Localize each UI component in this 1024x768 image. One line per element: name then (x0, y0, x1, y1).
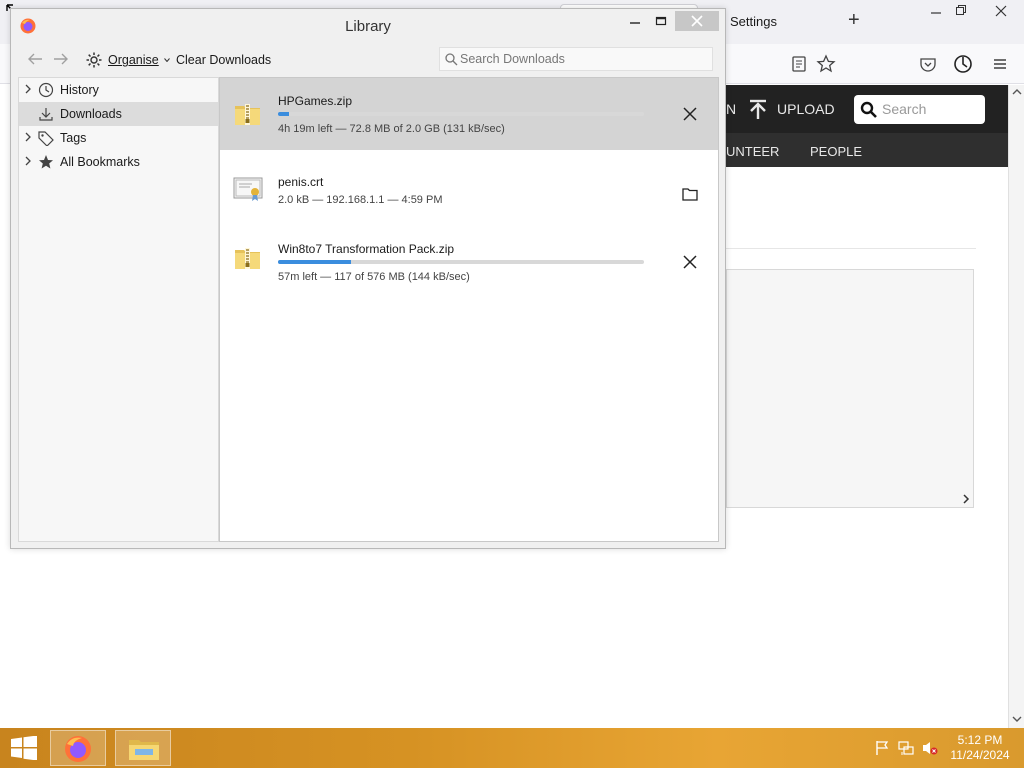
zip-folder-icon (235, 104, 260, 125)
volume-muted-icon[interactable] (922, 740, 938, 756)
download-item[interactable]: HPGames.zip 4h 19m left — 72.8 MB of 2.0… (220, 78, 718, 150)
close-icon (691, 15, 703, 27)
content-panel (726, 269, 974, 508)
download-progress-fill (278, 260, 352, 264)
cancel-icon (683, 107, 697, 121)
browser-restore-button[interactable] (946, 3, 976, 22)
library-toolbar: Organise Clear Downloads (11, 41, 725, 77)
download-item[interactable]: Win8to7 Transformation Pack.zip 57m left… (220, 222, 718, 294)
account-icon[interactable] (953, 54, 973, 74)
hamburger-menu-icon[interactable] (990, 54, 1010, 74)
taskbar: 5:12 PM 11/24/2024 (0, 728, 1024, 768)
back-arrow-icon[interactable] (26, 50, 44, 68)
reader-view-icon[interactable] (789, 54, 809, 74)
clock-date: 11/24/2024 (950, 748, 1010, 762)
sidebar-item-label: All Bookmarks (60, 155, 140, 169)
download-item[interactable]: penis.crt 2.0 kB — 192.168.1.1 — 4:59 PM (220, 150, 718, 222)
expand-twisty-icon[interactable] (19, 132, 37, 145)
search-icon (445, 53, 458, 66)
site-search-placeholder: Search (882, 101, 927, 117)
library-titlebar[interactable]: Library (11, 9, 725, 41)
site-header-partial-link[interactable]: N (726, 101, 736, 117)
taskbar-file-explorer-button[interactable] (115, 730, 171, 766)
bookmark-star-icon[interactable] (816, 54, 836, 74)
file-explorer-icon (129, 740, 159, 760)
taskbar-firefox-button[interactable] (50, 730, 106, 766)
upload-icon (750, 99, 766, 119)
download-progress-bar (278, 260, 644, 264)
download-status: 2.0 kB — 192.168.1.1 — 4:59 PM (278, 194, 443, 206)
download-status: 57m left — 117 of 576 MB (144 kB/sec) (278, 271, 470, 283)
library-window: Library Organise Clear Downloads Search … (10, 8, 726, 549)
minimize-icon (630, 22, 640, 24)
network-icon[interactable] (898, 740, 914, 756)
site-nav-volunteer[interactable]: UNTEER (726, 144, 779, 159)
tag-icon (37, 130, 55, 146)
star-icon (37, 154, 55, 170)
open-folder-button[interactable] (678, 182, 702, 206)
site-nav-people[interactable]: PEOPLE (810, 144, 862, 159)
sidebar-item-label: History (60, 83, 99, 97)
sidebar-item-label: Tags (60, 131, 87, 145)
close-icon (995, 5, 1007, 17)
expand-twisty-icon[interactable] (19, 156, 37, 169)
sidebar-item-all-bookmarks[interactable]: All Bookmarks (19, 150, 218, 174)
action-center-flag-icon[interactable] (874, 740, 890, 756)
organise-label: Organise (108, 53, 159, 67)
firefox-icon (65, 736, 91, 762)
minimize-icon (931, 12, 941, 14)
browser-tab-settings[interactable]: Settings (730, 14, 777, 29)
organise-button[interactable]: Organise (85, 50, 170, 70)
download-progress-bar (278, 112, 644, 116)
maximize-icon (655, 16, 667, 26)
search-downloads-input[interactable] (460, 48, 710, 70)
library-maximize-button[interactable] (647, 13, 675, 35)
windows-start-icon[interactable] (8, 736, 40, 760)
page-scrollbar[interactable] (1008, 85, 1024, 728)
chevron-down-icon (163, 58, 170, 62)
expand-twisty-icon[interactable] (19, 84, 37, 97)
upload-link[interactable]: UPLOAD (777, 101, 835, 117)
library-close-button[interactable] (675, 11, 719, 31)
forward-arrow-icon[interactable] (52, 50, 70, 68)
zip-folder-icon (235, 248, 260, 269)
browser-close-button[interactable] (986, 3, 1016, 22)
taskbar-clock[interactable]: 5:12 PM 11/24/2024 (940, 733, 1020, 763)
download-status: 4h 19m left — 72.8 MB of 2.0 GB (131 kB/… (278, 123, 505, 135)
search-downloads-box[interactable] (439, 47, 713, 71)
chevron-right-icon[interactable] (961, 493, 971, 505)
library-sidebar: History Downloads Tags All Bookmarks (18, 77, 219, 542)
gear-icon (86, 52, 102, 68)
search-icon (860, 101, 877, 118)
cancel-download-button[interactable] (678, 250, 702, 274)
download-filename: penis.crt (278, 175, 324, 189)
library-title: Library (345, 18, 391, 35)
download-icon (37, 106, 55, 122)
clock-icon (37, 82, 55, 98)
cancel-icon (683, 255, 697, 269)
sidebar-item-label: Downloads (60, 107, 122, 121)
scroll-down-icon[interactable] (1012, 715, 1022, 723)
restore-icon (956, 5, 966, 15)
site-search-box[interactable]: Search (854, 95, 985, 124)
library-minimize-button[interactable] (621, 13, 649, 35)
scroll-up-icon[interactable] (1012, 88, 1022, 96)
download-filename: Win8to7 Transformation Pack.zip (278, 242, 455, 256)
clear-downloads-button[interactable]: Clear Downloads (176, 53, 271, 67)
certificate-icon (233, 177, 263, 201)
pocket-icon[interactable] (918, 54, 938, 74)
open-folder-icon (682, 188, 698, 201)
downloads-list: HPGames.zip 4h 19m left — 72.8 MB of 2.0… (219, 77, 719, 542)
sidebar-item-tags[interactable]: Tags (19, 126, 218, 150)
download-progress-fill (278, 112, 289, 116)
sidebar-item-history[interactable]: History (19, 78, 218, 102)
sidebar-item-downloads[interactable]: Downloads (19, 102, 218, 126)
download-filename: HPGames.zip (278, 94, 353, 108)
new-tab-button[interactable]: + (848, 10, 860, 30)
content-divider (726, 248, 976, 249)
cancel-download-button[interactable] (678, 102, 702, 126)
clock-time: 5:12 PM (957, 733, 1003, 747)
